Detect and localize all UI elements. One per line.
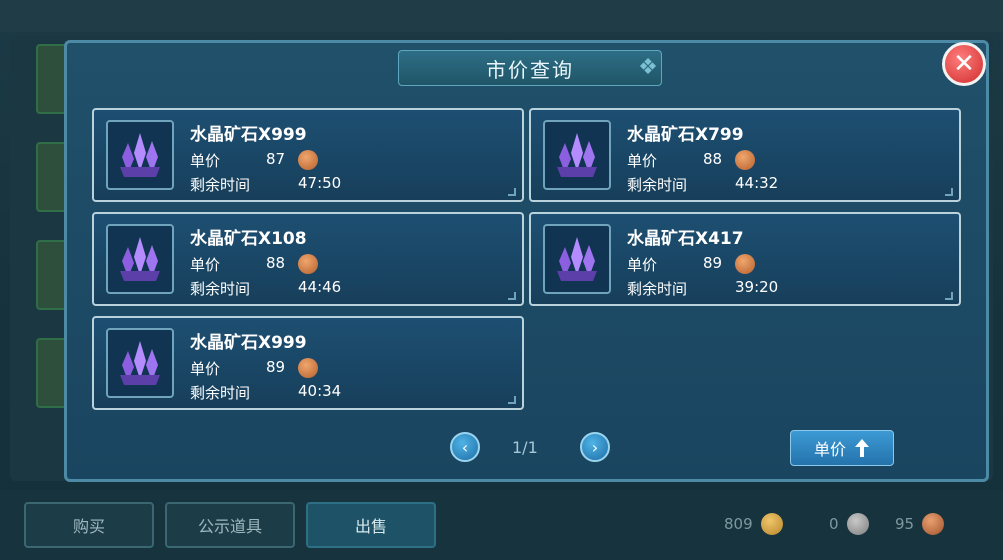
- crystal-ore-icon: [557, 237, 597, 281]
- item-icon-frame: [106, 120, 174, 190]
- time-left-label: 剩余时间: [627, 280, 688, 298]
- copper-coin-icon: [298, 358, 318, 378]
- tab-buy[interactable]: 购买: [24, 502, 154, 548]
- listing-card[interactable]: 水晶矿石X799 单价 88 剩余时间 44:32: [529, 108, 961, 202]
- card-corner-mark: [508, 188, 516, 196]
- unit-price-value: 88: [703, 150, 723, 168]
- sort-by-unit-price-button[interactable]: 单价: [790, 430, 894, 466]
- item-name: 水晶矿石X417: [627, 229, 744, 249]
- background-top-bar: [0, 0, 1003, 32]
- arrow-up-icon: [855, 439, 869, 457]
- time-left-label: 剩余时间: [190, 176, 251, 194]
- tab-sell[interactable]: 出售: [306, 502, 436, 548]
- sort-button-label: 单价: [813, 440, 846, 459]
- listing-card[interactable]: 水晶矿石X999 单价 89 剩余时间 40:34: [92, 316, 524, 410]
- currency-silver: 0: [829, 513, 869, 535]
- currency-gold: 809: [724, 513, 783, 535]
- crystal-ore-icon: [120, 237, 160, 281]
- time-left-label: 剩余时间: [627, 176, 688, 194]
- unit-price-value: 89: [703, 254, 723, 272]
- copper-coin-icon: [735, 254, 755, 274]
- unit-price-label: 单价: [190, 256, 221, 274]
- chevron-right-icon: ›: [591, 437, 599, 457]
- card-corner-mark: [945, 292, 953, 300]
- item-icon-frame: [106, 224, 174, 294]
- unit-price-value: 89: [266, 358, 286, 376]
- item-icon-frame: [543, 224, 611, 294]
- currency-bronze: 95: [895, 513, 945, 535]
- currency-amount: 95: [895, 515, 915, 533]
- unit-price-label: 单价: [190, 152, 221, 170]
- bronze-coin-icon: [922, 513, 945, 535]
- currency-amount: 809: [724, 515, 753, 533]
- listing-card[interactable]: 水晶矿石X999 单价 87 剩余时间 47:50: [92, 108, 524, 202]
- time-left-label: 剩余时间: [190, 280, 251, 298]
- item-name: 水晶矿石X108: [190, 229, 307, 249]
- ornament-right-icon: ❖: [638, 55, 658, 80]
- dialog-title: 市价查询: [486, 57, 574, 82]
- time-left-value: 40:34: [298, 382, 342, 400]
- item-icon-frame: [543, 120, 611, 190]
- card-corner-mark: [508, 292, 516, 300]
- item-name: 水晶矿石X799: [627, 125, 744, 145]
- copper-coin-icon: [298, 150, 318, 170]
- crystal-ore-icon: [120, 133, 160, 177]
- unit-price-value: 88: [266, 254, 286, 272]
- crystal-ore-icon: [120, 341, 160, 385]
- listing-card[interactable]: 水晶矿石X417 单价 89 剩余时间 39:20: [529, 212, 961, 306]
- close-icon: ✕: [953, 49, 975, 79]
- card-corner-mark: [508, 396, 516, 404]
- card-corner-mark: [945, 188, 953, 196]
- currency-amount: 0: [829, 515, 839, 533]
- tab-public-items[interactable]: 公示道具: [165, 502, 295, 548]
- time-left-value: 44:32: [735, 174, 779, 192]
- time-left-value: 39:20: [735, 278, 779, 296]
- unit-price-value: 87: [266, 150, 286, 168]
- item-icon-frame: [106, 328, 174, 398]
- page-indicator: 1/1: [512, 438, 538, 457]
- unit-price-label: 单价: [190, 360, 221, 378]
- close-button[interactable]: ✕: [942, 42, 986, 86]
- next-page-button[interactable]: ›: [580, 432, 610, 462]
- copper-coin-icon: [735, 150, 755, 170]
- silver-coin-icon: [846, 513, 869, 535]
- unit-price-label: 单价: [627, 152, 658, 170]
- gold-coin-icon: [760, 513, 783, 535]
- dialog-title-banner: 市价查询: [398, 50, 662, 86]
- prev-page-button[interactable]: ‹: [450, 432, 480, 462]
- chevron-left-icon: ‹: [461, 437, 469, 457]
- crystal-ore-icon: [557, 133, 597, 177]
- time-left-label: 剩余时间: [190, 384, 251, 402]
- item-name: 水晶矿石X999: [190, 125, 307, 145]
- item-name: 水晶矿石X999: [190, 333, 307, 353]
- listing-card[interactable]: 水晶矿石X108 单价 88 剩余时间 44:46: [92, 212, 524, 306]
- time-left-value: 44:46: [298, 278, 342, 296]
- time-left-value: 47:50: [298, 174, 342, 192]
- copper-coin-icon: [298, 254, 318, 274]
- unit-price-label: 单价: [627, 256, 658, 274]
